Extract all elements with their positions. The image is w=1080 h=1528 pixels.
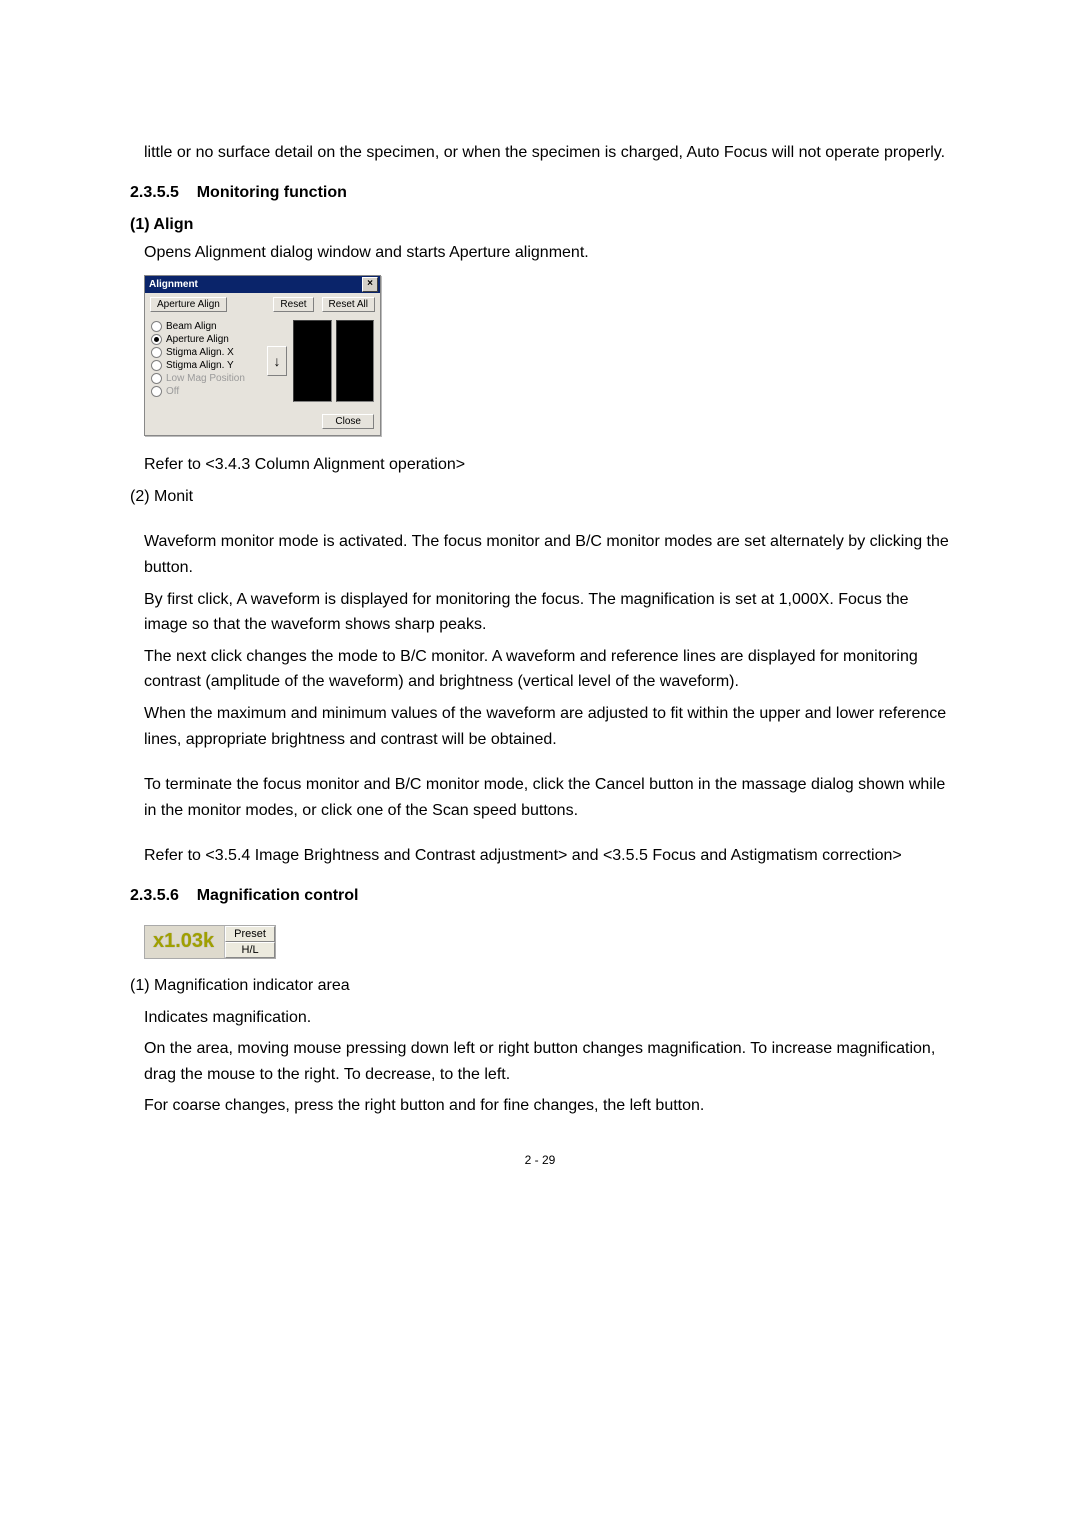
radio-label: Stigma Align. X: [166, 347, 234, 358]
monit-heading: (2) Monit: [130, 484, 950, 510]
alignment-options: Beam Align Aperture Align Stigma Align. …: [151, 320, 261, 402]
intro-paragraph: little or no surface detail on the speci…: [144, 140, 950, 166]
magnification-display[interactable]: x1.03k: [145, 926, 225, 958]
close-button[interactable]: Close: [322, 414, 374, 429]
radio-aperture-align[interactable]: Aperture Align: [151, 333, 261, 346]
section-2-3-5-6-heading: 2.3.5.6 Magnification control: [130, 887, 950, 905]
section-2-3-5-5-heading: 2.3.5.5 Monitoring function: [130, 184, 950, 202]
current-mode-button[interactable]: Aperture Align: [150, 297, 227, 312]
monit-ref: Refer to <3.5.4 Image Brightness and Con…: [144, 843, 950, 869]
radio-low-mag: Low Mag Position: [151, 372, 261, 385]
radio-off[interactable]: Off: [151, 385, 261, 398]
radio-stigma-y[interactable]: Stigma Align. Y: [151, 359, 261, 372]
close-icon[interactable]: ×: [362, 277, 378, 292]
monit-p2: By first click, A waveform is displayed …: [144, 587, 950, 638]
align-ref: Refer to <3.4.3 Column Alignment operati…: [144, 452, 950, 478]
mag-item1-l3: For coarse changes, press the right butt…: [144, 1093, 950, 1119]
reset-all-button[interactable]: Reset All: [322, 297, 375, 312]
monit-p5: To terminate the focus monitor and B/C m…: [144, 772, 950, 823]
radio-beam-align[interactable]: Beam Align: [151, 320, 261, 333]
radio-label: Off: [166, 386, 179, 397]
align-desc: Opens Alignment dialog window and starts…: [144, 240, 950, 266]
section-num: 2.3.5.5: [130, 184, 179, 201]
align-heading: (1) Align: [130, 216, 950, 234]
radio-label: Low Mag Position: [166, 373, 245, 384]
alignment-dialog: Alignment × Aperture Align Reset Reset A…: [144, 275, 381, 436]
dialog-titlebar[interactable]: Alignment ×: [145, 276, 380, 293]
dialog-title: Alignment: [149, 279, 198, 290]
mag-item1-heading: (1) Magnification indicator area: [130, 973, 950, 999]
monit-p3: The next click changes the mode to B/C m…: [144, 644, 950, 695]
section-num: 2.3.5.6: [130, 887, 179, 904]
radio-label: Beam Align: [166, 321, 217, 332]
preview-pane-2: [336, 320, 375, 402]
radio-label: Aperture Align: [166, 334, 229, 345]
reset-button[interactable]: Reset: [273, 297, 313, 312]
section-title: Magnification control: [197, 887, 359, 904]
preview-pane-1: [293, 320, 332, 402]
magnification-control: x1.03k Preset H/L: [144, 925, 276, 959]
hl-button[interactable]: H/L: [225, 942, 275, 958]
arrow-down-icon[interactable]: ↓: [267, 346, 287, 376]
radio-label: Stigma Align. Y: [166, 360, 234, 371]
page-number: 2 - 29: [130, 1153, 950, 1167]
monit-p4: When the maximum and minimum values of t…: [144, 701, 950, 752]
mag-item1-l2: On the area, moving mouse pressing down …: [144, 1036, 950, 1087]
radio-stigma-x[interactable]: Stigma Align. X: [151, 346, 261, 359]
section-title: Monitoring function: [197, 184, 347, 201]
preset-button[interactable]: Preset: [225, 926, 275, 942]
monit-p1: Waveform monitor mode is activated. The …: [144, 529, 950, 580]
mag-item1-l1: Indicates magnification.: [144, 1005, 950, 1031]
